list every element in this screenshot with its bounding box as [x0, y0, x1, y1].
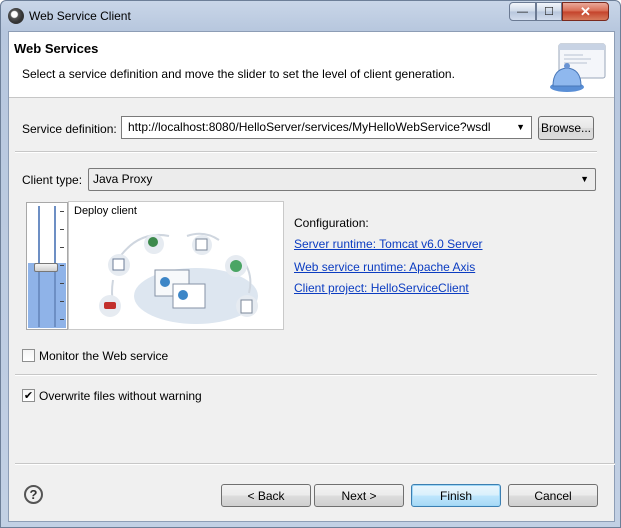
generation-level-graphic: Deploy client [68, 201, 284, 330]
web-service-runtime-link[interactable]: Web service runtime: Apache Axis [294, 260, 475, 274]
slider-tick [60, 283, 64, 284]
slider-tick [60, 301, 64, 302]
window-title: Web Service Client [29, 9, 131, 23]
chevron-down-icon[interactable]: ▼ [516, 122, 525, 132]
client-project-link[interactable]: Client project: HelloServiceClient [294, 281, 469, 295]
overwrite-label[interactable]: Overwrite files without warning [39, 389, 202, 403]
back-button[interactable]: < Back [221, 484, 311, 507]
page-description: Select a service definition and move the… [22, 67, 455, 81]
dialog-body: Web Services Select a service definition… [8, 31, 615, 522]
next-button[interactable]: Next > [314, 484, 404, 507]
deploy-cycle-graphic [99, 232, 258, 324]
browse-button[interactable]: Browse... [538, 116, 594, 140]
dialog-window: Web Service Client — ☐ ✕ Web Services Se… [0, 0, 621, 528]
minimize-button[interactable]: — [509, 2, 536, 21]
maximize-button[interactable]: ☐ [536, 2, 562, 21]
monitor-label[interactable]: Monitor the Web service [39, 349, 168, 363]
chevron-down-icon[interactable]: ▼ [580, 174, 589, 184]
wizard-header: Web Services Select a service definition… [9, 32, 614, 98]
title-bar[interactable]: Web Service Client — ☐ ✕ [1, 1, 621, 31]
web-service-bell-icon [550, 43, 606, 92]
server-runtime-link[interactable]: Server runtime: Tomcat v6.0 Server [294, 237, 483, 251]
slider-tick [60, 319, 64, 320]
divider [15, 151, 597, 153]
service-definition-label: Service definition: [22, 122, 117, 136]
slider-thumb[interactable] [34, 263, 58, 272]
slider-level-label: Deploy client [74, 205, 137, 217]
eclipse-app-icon [8, 8, 24, 24]
configuration-label: Configuration: [294, 216, 369, 230]
divider [15, 374, 597, 376]
generation-level-slider[interactable] [26, 202, 68, 330]
slider-tick [60, 247, 64, 248]
finish-button[interactable]: Finish [411, 484, 501, 507]
slider-tick [60, 211, 64, 212]
slider-tick [60, 229, 64, 230]
divider [15, 463, 615, 465]
overwrite-checkbox[interactable]: ✔ [22, 389, 35, 402]
client-type-value[interactable]: Java Proxy [93, 172, 152, 186]
slider-tick [60, 265, 64, 266]
service-definition-value[interactable]: http://localhost:8080/HelloServer/servic… [128, 120, 491, 134]
page-title: Web Services [14, 41, 99, 56]
close-button[interactable]: ✕ [562, 2, 609, 21]
service-definition-combo[interactable]: http://localhost:8080/HelloServer/servic… [121, 116, 532, 139]
client-type-label: Client type: [22, 173, 83, 187]
cancel-button[interactable]: Cancel [508, 484, 598, 507]
help-icon[interactable]: ? [24, 485, 43, 504]
monitor-checkbox[interactable] [22, 349, 35, 362]
client-type-select[interactable]: Java Proxy ▼ [88, 168, 596, 191]
